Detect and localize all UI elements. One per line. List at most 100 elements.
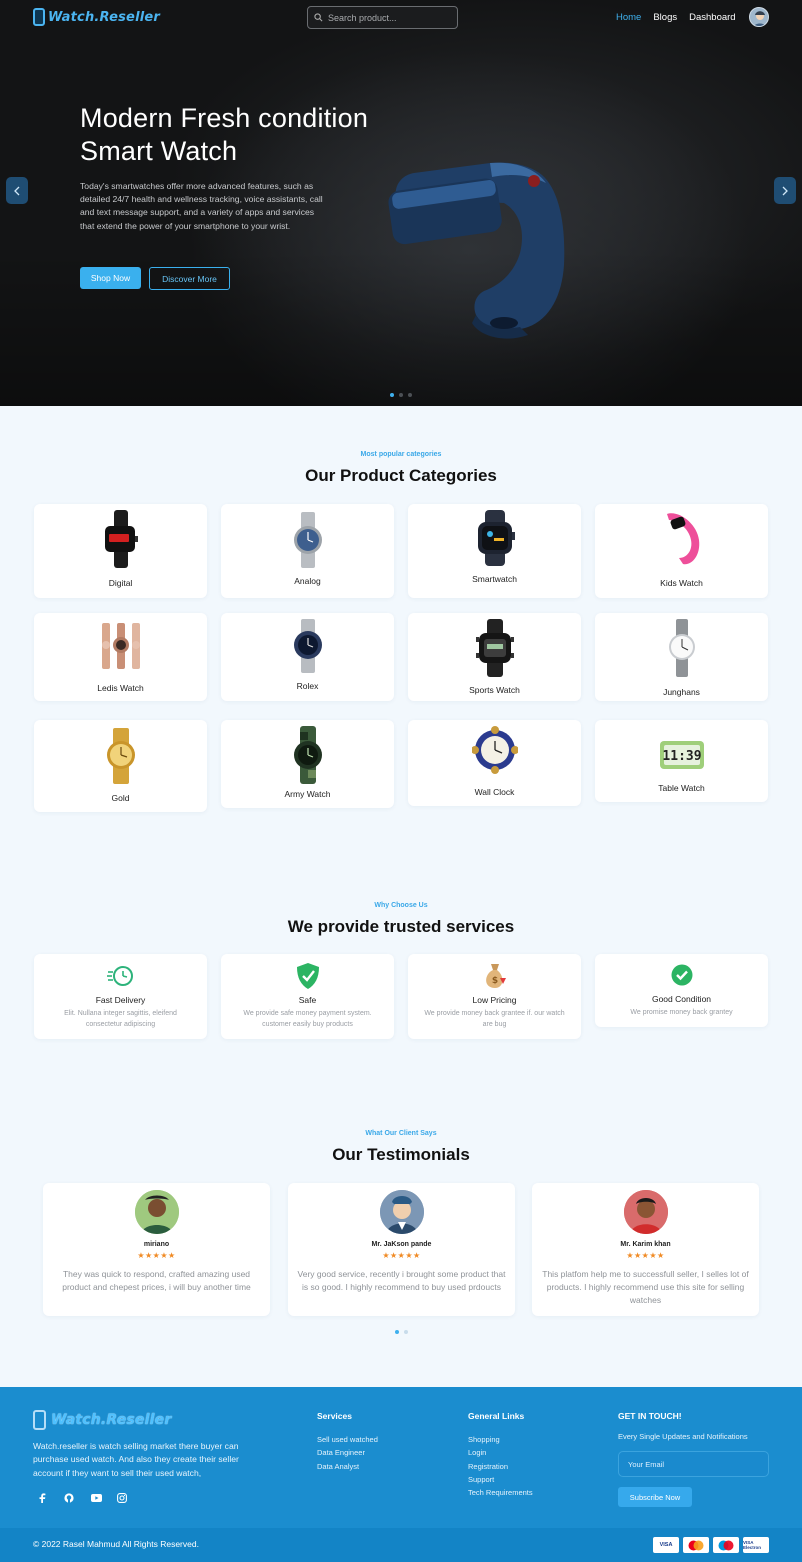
footer-link[interactable]: Data Engineer [317, 1446, 378, 1459]
category-label: Rolex [296, 681, 319, 691]
watch-logo-icon [33, 1410, 46, 1430]
footer-link[interactable]: Support [468, 1473, 533, 1486]
footer-services-title: Services [317, 1411, 352, 1421]
category-card-kids-watch[interactable]: Kids Watch [595, 504, 768, 598]
watch-logo-icon [33, 8, 45, 26]
instagram-icon[interactable] [113, 1489, 131, 1507]
category-card-ledis-watch[interactable]: Ledis Watch [34, 613, 207, 701]
category-label: Analog [294, 576, 321, 586]
youtube-icon[interactable] [87, 1489, 105, 1507]
footer-about: Watch.reseller is watch selling market t… [33, 1441, 239, 1478]
footer-logo[interactable]: Watch.Reseller [33, 1410, 171, 1430]
email-input[interactable] [628, 1459, 758, 1469]
carousel-dot[interactable] [390, 393, 394, 397]
footer-contact-text: Every Single Updates and Notifications [618, 1432, 748, 1441]
service-description: Elit. Nullana integer sagittis, eleifend… [64, 1010, 177, 1028]
shop-now-button[interactable]: Shop Now [80, 267, 141, 289]
testimonial-card: miriano ★★★★★ They was quick to respond,… [43, 1183, 270, 1316]
kids-watch-icon [666, 513, 699, 565]
category-label: Ledis Watch [97, 683, 144, 693]
service-card-good-condition: Good Condition We promise money back gra… [595, 954, 768, 1027]
rating-stars: ★★★★★ [137, 1251, 176, 1260]
category-label: Smartwatch [472, 574, 517, 584]
nav-dashboard[interactable]: Dashboard [689, 12, 735, 23]
search-icon [314, 13, 323, 22]
category-card-smartwatch[interactable]: Smartwatch [408, 504, 581, 598]
nav-home[interactable]: Home [616, 12, 641, 23]
category-label: Table Watch [658, 783, 705, 793]
footer-link[interactable]: Registration [468, 1460, 533, 1473]
service-description: We provide safe money payment system. cu… [243, 1010, 372, 1028]
service-description: We provide money back grantee if. our wa… [424, 1010, 565, 1028]
wall-clock-icon [471, 726, 518, 774]
category-card-army-watch[interactable]: Army Watch [221, 720, 394, 808]
brand-logo[interactable]: Watch.Reseller [33, 8, 160, 26]
footer-services-list: Sell used watched Data Engineer Data Ana… [317, 1433, 378, 1473]
user-avatar[interactable] [749, 7, 769, 27]
carousel-dot[interactable] [408, 393, 412, 397]
footer-link[interactable]: Tech Requirements [468, 1486, 533, 1499]
facebook-icon[interactable] [33, 1489, 51, 1507]
check-circle-icon [671, 964, 692, 986]
service-title: Low Pricing [472, 995, 517, 1005]
hero-banner: Watch.Reseller Home Blogs Dashboard Mode… [0, 0, 802, 406]
testimonial-card: Mr. Karim khan ★★★★★ This platfom help m… [532, 1183, 759, 1316]
footer-links-title: General Links [468, 1411, 525, 1421]
top-navbar: Watch.Reseller Home Blogs Dashboard [0, 0, 802, 36]
avatar [134, 1190, 179, 1234]
carousel-next-button[interactable] [774, 177, 796, 204]
carousel-prev-button[interactable] [6, 177, 28, 204]
category-card-table-watch[interactable]: 11:39 Table Watch [595, 720, 768, 802]
footer-brand-name: Watch.Reseller [51, 1412, 172, 1428]
testimonial-card: Mr. JaKson pande ★★★★★ Very good service… [288, 1183, 515, 1316]
junghans-watch-icon [668, 619, 695, 677]
discover-more-button[interactable]: Discover More [149, 267, 230, 290]
category-card-wall-clock[interactable]: Wall Clock [408, 720, 581, 806]
category-card-sports-watch[interactable]: Sports Watch [408, 613, 581, 701]
chevron-right-icon [782, 186, 788, 195]
footer-link[interactable]: Shopping [468, 1433, 533, 1446]
category-card-gold[interactable]: Gold [34, 720, 207, 812]
nav-blogs[interactable]: Blogs [653, 12, 677, 23]
testimonial-name: Mr. Karim khan [620, 1241, 671, 1248]
footer-link[interactable]: Login [468, 1446, 533, 1459]
service-card-low-pricing: $ Low Pricing We provide money back gran… [408, 954, 581, 1039]
testimonial-text: They was quick to respond, crafted amazi… [62, 1269, 251, 1292]
gold-watch-icon [106, 728, 135, 784]
ladies-watch-icon [101, 623, 140, 669]
avatar [623, 1190, 668, 1234]
hero-description: Today's smartwatches offer more advanced… [80, 181, 323, 231]
category-card-digital[interactable]: Digital [34, 504, 207, 598]
sports-watch-icon [475, 619, 514, 677]
rating-stars: ★★★★★ [626, 1251, 665, 1260]
analog-watch-icon [293, 512, 322, 568]
category-label: Gold [111, 793, 130, 803]
mastercard-icon [683, 1537, 709, 1553]
service-description: We promise money back grantey [630, 1009, 733, 1016]
category-card-rolex[interactable]: Rolex [221, 613, 394, 701]
footer-link[interactable]: Sell used watched [317, 1433, 378, 1446]
testimonial-text: This platfom help me to successfull sell… [542, 1269, 749, 1305]
category-card-analog[interactable]: Analog [221, 504, 394, 598]
hero-watch-image [388, 162, 565, 339]
category-card-junghans[interactable]: Junghans [595, 613, 768, 701]
category-label: Sports Watch [469, 685, 520, 695]
footer-link[interactable]: Data Analyst [317, 1460, 378, 1473]
categories-title: Our Product Categories [305, 466, 497, 485]
services-subtitle: Why Choose Us [374, 902, 428, 909]
testimonials-subtitle: What Our Client Says [365, 1130, 437, 1137]
svg-text:$: $ [491, 976, 497, 986]
testimonial-name: miriano [143, 1241, 170, 1248]
testimonial-dot[interactable] [404, 1330, 408, 1334]
testimonial-dot[interactable] [395, 1330, 399, 1334]
search-input[interactable] [328, 12, 448, 23]
smartwatch-icon [477, 510, 515, 566]
github-icon[interactable] [60, 1489, 78, 1507]
subscribe-button[interactable]: Subscribe Now [618, 1487, 692, 1507]
testimonial-name: Mr. JaKson pande [371, 1241, 432, 1248]
search-box [307, 6, 458, 29]
category-label: Junghans [663, 687, 700, 697]
digital-watch-icon [104, 510, 138, 568]
carousel-dot[interactable] [399, 393, 403, 397]
shield-check-icon [296, 963, 319, 989]
